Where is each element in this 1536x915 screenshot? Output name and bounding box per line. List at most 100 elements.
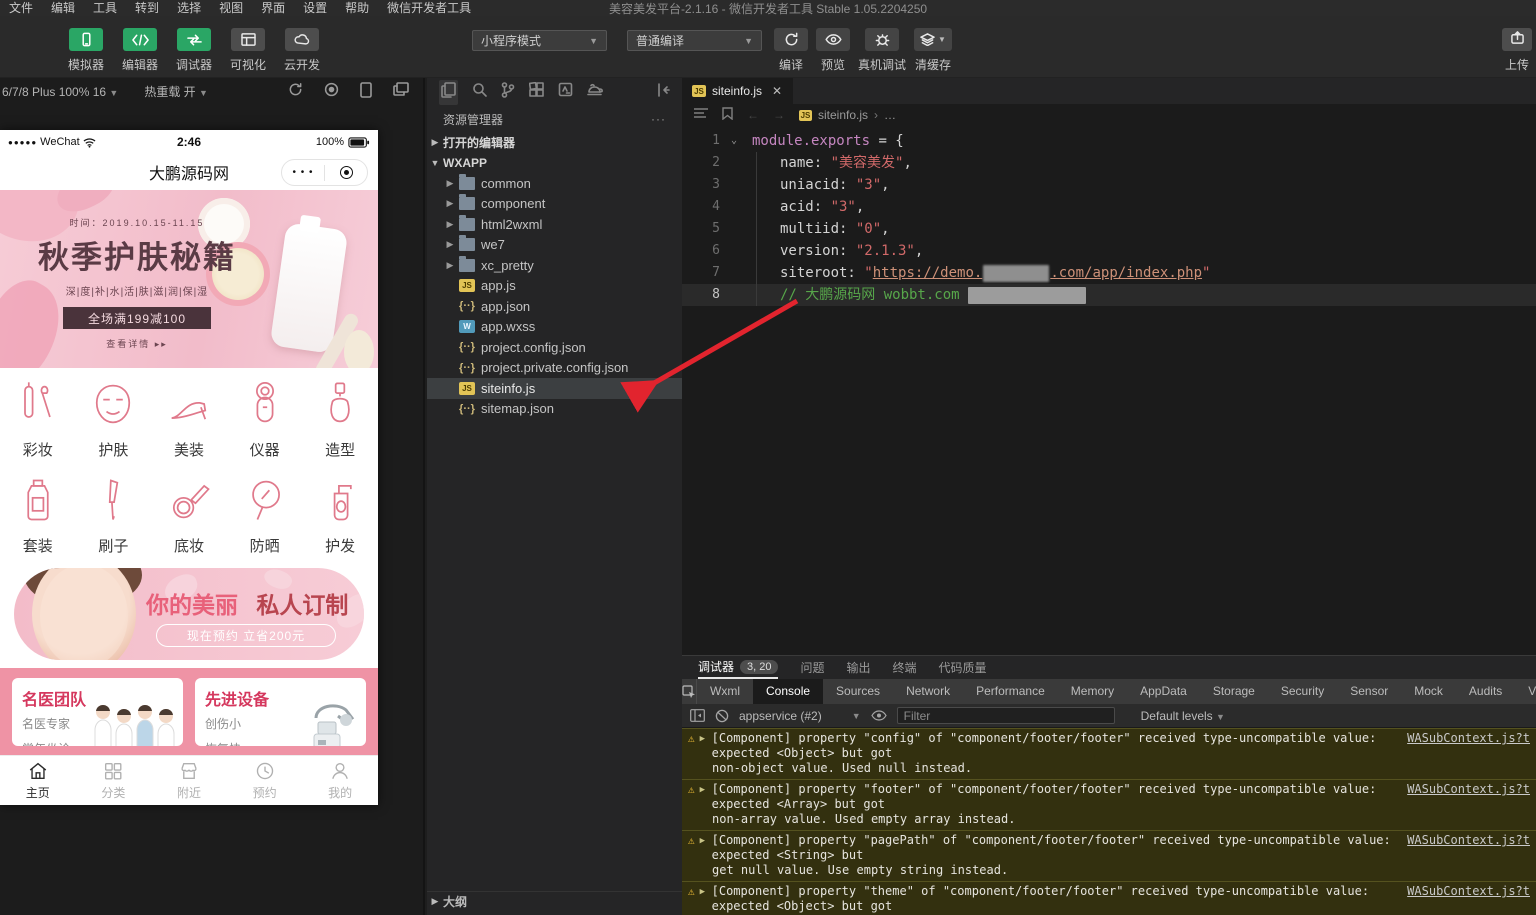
sidebar-toggle-icon[interactable] [690,709,705,722]
category-美装[interactable]: 美装 [151,378,227,460]
bookmark-icon[interactable] [722,107,733,123]
inspect-element-icon[interactable] [682,679,697,704]
toolbar-button-可视化[interactable]: 可视化 [226,28,270,73]
theme-icon[interactable] [587,83,603,101]
card-名医团队[interactable]: 名医团队名医专家常年坐诊 [12,678,183,746]
tabbar-item-附近[interactable]: 附近 [151,756,227,805]
editor-tab-siteinfo[interactable]: JS siteinfo.js ✕ [682,78,793,104]
tabbar-item-分类[interactable]: 分类 [76,756,152,805]
git-icon[interactable] [501,82,515,103]
card-先进设备[interactable]: 先进设备创伤小恢复快 [195,678,366,746]
tree-item-html2wxml[interactable]: ▶html2wxml [427,214,682,235]
tree-item-app.json[interactable]: {··}app.json [427,296,682,317]
toolbar-button-调试器[interactable]: 调试器 [172,28,216,73]
debug-tab-问题[interactable]: 问题 [800,656,824,679]
code-line-5[interactable]: 5multiid: "0", [682,218,1536,240]
action-清缓存[interactable]: ▼清缓存 [914,28,952,73]
eye-icon[interactable] [871,710,887,721]
tree-item-siteinfo.js[interactable]: JSsiteinfo.js [427,378,682,399]
devtools-tab-Sources[interactable]: Sources [823,679,893,704]
appointment-banner[interactable]: 你的美丽 私人订制 现在预约 立省200元 [14,568,364,660]
tree-item-project.private.config.json[interactable]: {··}project.private.config.json [427,358,682,379]
devtools-tab-AppData[interactable]: AppData [1127,679,1200,704]
tabbar-item-我的[interactable]: 我的 [302,756,378,805]
action-真机调试[interactable]: 真机调试 [858,28,906,73]
explorer-menu-button[interactable]: ··· [651,112,666,126]
tree-item-component[interactable]: ▶component [427,194,682,215]
snippet-icon[interactable] [558,82,573,102]
source-link[interactable]: WASubContext.js?t [1407,782,1530,797]
extensions-icon[interactable] [529,82,544,102]
devtools-tab-Security[interactable]: Security [1268,679,1337,704]
menu-item[interactable]: 帮助 [336,0,378,16]
source-link[interactable]: WASubContext.js?t [1407,731,1530,746]
menu-item[interactable]: 编辑 [42,0,84,16]
debug-tab-终端[interactable]: 终端 [893,656,917,679]
nav-forward-icon[interactable]: → [773,108,785,122]
code-line-1[interactable]: 1⌄module.exports = { [682,130,1536,152]
category-造型[interactable]: 造型 [302,378,378,460]
category-彩妆[interactable]: 彩妆 [0,378,76,460]
tree-item-common[interactable]: ▶common [427,173,682,194]
tree-item-app.wxss[interactable]: Wapp.wxss [427,317,682,338]
devtools-tab-Storage[interactable]: Storage [1200,679,1268,704]
tabbar-item-预约[interactable]: 预约 [227,756,303,805]
toolbar-button-编辑器[interactable]: 编辑器 [118,28,162,73]
devtools-tab-Memory[interactable]: Memory [1058,679,1127,704]
source-link[interactable]: WASubContext.js?t [1407,884,1530,899]
files-icon[interactable] [439,80,458,105]
category-刷子[interactable]: 刷子 [76,474,152,556]
outline-section[interactable]: ▶ 大纲 [427,891,682,911]
debug-tab-调试器[interactable]: 调试器3, 20 [698,656,778,679]
close-minimize-button[interactable] [325,166,367,179]
devtools-tab-Audits[interactable]: Audits [1456,679,1515,704]
category-防晒[interactable]: 防晒 [227,474,303,556]
menu-item[interactable]: 选择 [168,0,210,16]
log-levels-select[interactable]: Default levels ▼ [1141,709,1225,723]
devtools-tab-Console[interactable]: Console [753,679,823,704]
category-护发[interactable]: 护发 [302,474,378,556]
collapse-icon[interactable] [656,83,670,102]
record-icon[interactable] [324,82,339,101]
debug-tab-输出[interactable]: 输出 [847,656,871,679]
console-filter-input[interactable] [897,707,1115,724]
windows-icon[interactable] [393,82,409,101]
menu-item[interactable]: 界面 [252,0,294,16]
menu-item[interactable]: 视图 [210,0,252,16]
more-menu-button[interactable]: • • • [282,167,324,178]
js-context-select[interactable]: appservice (#2) ▼ [739,709,861,723]
devtools-tab-Vulnerability[interactable]: Vulnerability [1515,679,1536,704]
source-link[interactable]: WASubContext.js?t [1407,833,1530,848]
compile-mode-select[interactable]: 普通编译▼ [627,30,762,51]
devtools-tab-Wxml[interactable]: Wxml [697,679,753,704]
breadcrumb-path[interactable]: JS siteinfo.js › … [799,108,896,122]
outline-list-icon[interactable] [694,108,708,123]
mode-select[interactable]: 小程序模式▼ [472,30,607,51]
device-icon[interactable] [360,82,372,101]
upload-button[interactable]: 上传 [1502,28,1532,73]
hot-reload-toggle[interactable]: 热重载 开 ▼ [144,83,208,100]
tree-section-打开的编辑器[interactable]: ▶打开的编辑器 [427,132,682,153]
code-line-2[interactable]: 2name: "美容美发", [682,152,1536,174]
device-select[interactable]: 6/7/8 Plus 100% 16 ▼ [2,85,118,99]
search-icon[interactable] [472,82,487,102]
clear-console-icon[interactable] [715,709,729,723]
tree-item-project.config.json[interactable]: {··}project.config.json [427,337,682,358]
code-line-3[interactable]: 3uniacid: "3", [682,174,1536,196]
action-预览[interactable]: 预览 [816,28,850,73]
code-line-8[interactable]: 8// 大鹏源码网 wobbt.com [682,284,1536,306]
devtools-tab-Mock[interactable]: Mock [1401,679,1456,704]
tabbar-item-主页[interactable]: 主页 [0,756,76,805]
action-编译[interactable]: 编译 [774,28,808,73]
code-line-6[interactable]: 6version: "2.1.3", [682,240,1536,262]
menu-item[interactable]: 设置 [294,0,336,16]
tree-item-app.js[interactable]: JSapp.js [427,276,682,297]
category-仪器[interactable]: 仪器 [227,378,303,460]
debug-tab-代码质量[interactable]: 代码质量 [939,656,987,679]
menu-item[interactable]: 工具 [84,0,126,16]
tree-item-sitemap.json[interactable]: {··}sitemap.json [427,399,682,420]
category-底妆[interactable]: 底妆 [151,474,227,556]
restart-icon[interactable] [288,82,303,101]
devtools-tab-Sensor[interactable]: Sensor [1337,679,1401,704]
tree-item-xc_pretty[interactable]: ▶xc_pretty [427,255,682,276]
